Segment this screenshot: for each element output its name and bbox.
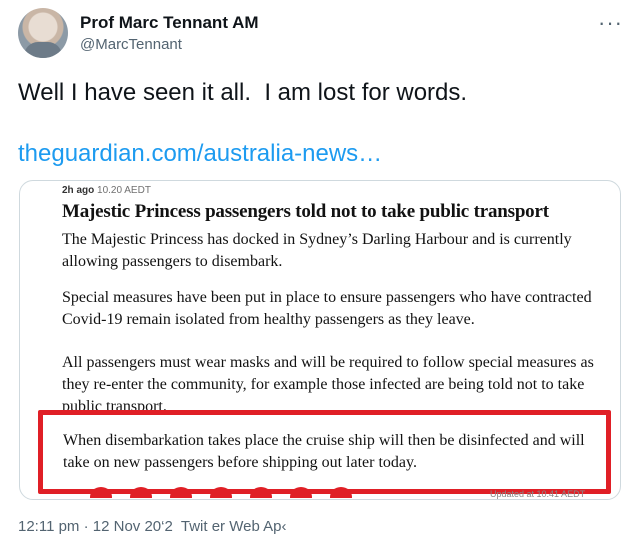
more-horizontal-icon[interactable]: ··· [598, 10, 623, 36]
tweet-timestamp[interactable]: 12:11 pm · 12 Nov 20‘2 Twit er Web Ap‹ [18, 518, 286, 535]
article-time-ago: 2h ago [62, 185, 95, 196]
article-updated: Updated at 10.41 AEDT [490, 489, 586, 499]
highlighted-paragraph: When disembarkation takes place the crui… [63, 432, 585, 471]
author-handle[interactable]: @MarcTennant [80, 36, 182, 53]
article-headline: Majestic Princess passengers told not to… [62, 201, 549, 222]
article-meta: 2h ago 10.20 AEDT [62, 185, 151, 196]
author-name[interactable]: Prof Marc Tennant AM [80, 13, 259, 33]
tweet-text: Well I have seen it all. I am lost for w… [18, 79, 468, 106]
cropped-red-text [90, 487, 390, 498]
avatar-shirt [24, 42, 62, 58]
avatar[interactable] [18, 8, 68, 58]
article-paragraph: Special measures have been put in place … [62, 289, 592, 328]
article-clock: 10.20 AEDT [97, 185, 151, 196]
article-paragraph: All passengers must wear masks and will … [62, 354, 594, 415]
article-paragraph: The Majestic Princess has docked in Sydn… [62, 231, 572, 270]
tweet-link[interactable]: theguardian.com/australia-news… [18, 140, 382, 168]
